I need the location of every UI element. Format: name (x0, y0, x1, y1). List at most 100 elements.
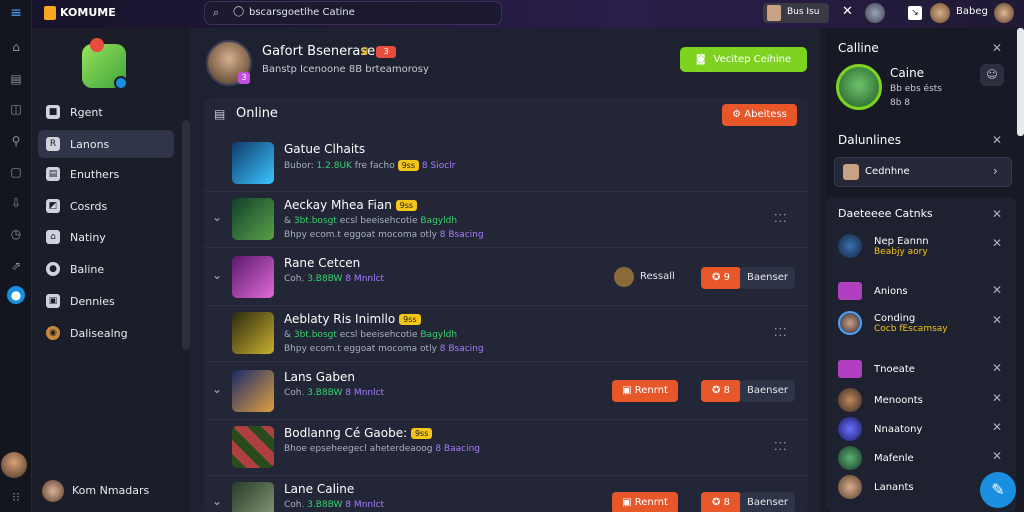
contact-item[interactable]: Nep Eannn Beabjy aory (838, 234, 1008, 258)
contact-item[interactable]: Tnoeate (838, 360, 1008, 378)
sidebar-item-6[interactable]: ▣ Dennies (38, 287, 174, 315)
sidebar-item-2[interactable]: ▤ Enuthers (38, 160, 174, 188)
game-thumbnail (232, 482, 274, 512)
chip-avatar (767, 5, 781, 21)
sidebar-scrollbar[interactable] (182, 120, 190, 350)
share-icon[interactable]: ⇗ (7, 257, 25, 275)
emoji-button[interactable]: ☺ (980, 64, 1004, 86)
contact-item[interactable]: Anions (838, 282, 1008, 300)
user-chip[interactable]: Bus Isu (763, 3, 829, 23)
close-icon[interactable]: ✕ (992, 236, 1002, 250)
more-options-icon[interactable]: ⁚⁚⁚ (774, 212, 788, 225)
search-text: bscarsgoetlhe Catine (249, 7, 355, 18)
notification-icon[interactable]: ● (7, 286, 25, 304)
close-icon[interactable]: ✕ (992, 420, 1002, 434)
close-icon[interactable]: ✕ (992, 449, 1002, 463)
game-row[interactable]: Gatue Clhaits Bubor: 1.2.8UK fre facho 9… (204, 136, 808, 192)
close-icon[interactable]: ✕ (992, 283, 1002, 297)
chevron-down-icon[interactable]: ⌄ (212, 494, 222, 508)
secondary-button[interactable]: Baenser (740, 380, 795, 402)
icon-rail: ≡ ⌂ ▤ ◫ ⚲ ▢ ⇩ ◷ ⇗ ● ⁝⁝ (0, 0, 32, 512)
contact-name: Mafenle (874, 452, 914, 464)
panel-action-button[interactable]: ⚙ Abeitess (722, 104, 797, 126)
friend-avatar[interactable] (865, 3, 885, 23)
sidebar-item-7[interactable]: ◉ Dalisealng (38, 319, 174, 347)
contact-name: Anions (874, 285, 908, 297)
user-avatar[interactable] (1, 452, 27, 478)
secondary-button[interactable]: Baenser (740, 267, 795, 289)
hamburger-menu-icon[interactable]: ≡ (7, 4, 25, 22)
profile-name: Gafort Bsenerase (262, 44, 376, 59)
search-input[interactable]: ⌕ ◯ bscarsgoetlhe Catine (204, 1, 502, 25)
footer-user-name[interactable]: Kom Nmadars (72, 484, 149, 497)
pin-icon[interactable]: ⚲ (7, 132, 25, 150)
user-name[interactable]: Babeg (956, 6, 988, 17)
rating-button[interactable]: ✪ 9 (701, 267, 741, 289)
game-row[interactable]: Bodlanng Cé Gaobe: 9ss Bhoe epseheegecl … (204, 420, 808, 476)
cta-label: Vecitep Ceihine (713, 54, 792, 65)
download-box-icon[interactable]: ↘ (908, 6, 922, 20)
rating-button[interactable]: ✪ 8 (701, 492, 741, 512)
home-icon[interactable]: ⌂ (7, 38, 25, 56)
friend-name: Caine (890, 66, 925, 80)
contact-item[interactable]: Mafenle (838, 446, 1008, 470)
contact-item[interactable]: Menoonts (838, 388, 1008, 412)
game-stats-2: Bhpy ecom.t eggoat mocoma otly 8 Bsacing (284, 344, 484, 354)
nav-label: Lanons (70, 137, 110, 151)
chevron-down-icon[interactable]: ⌄ (212, 268, 222, 282)
window-icon[interactable]: ▢ (7, 163, 25, 181)
game-stats: & 3bt.bosgt ecsl beeisehcotie Bagyldh (284, 216, 458, 226)
game-thumbnail (232, 312, 274, 354)
library-icon[interactable]: ▤ (7, 70, 25, 88)
status-select[interactable]: Cednhne › (834, 157, 1012, 187)
close-icon[interactable]: ✕ (992, 133, 1002, 147)
game-title: Bodlanng Cé Gaobe: 9ss (284, 426, 433, 440)
game-row[interactable]: ⌄ Rane Cetcen Coh. 3.B8BW 8 Mnnlct Ressa… (204, 250, 808, 306)
footer-avatar[interactable] (42, 480, 64, 502)
friend-avatar-large[interactable] (836, 64, 882, 110)
sidebar-item-5[interactable]: ● Baline (38, 255, 174, 283)
sidebar-item-4[interactable]: ⌂ Natiny (38, 223, 174, 251)
game-row[interactable]: Aeblaty Ris Inimllo 9ss & 3bt.bosgt ecsl… (204, 306, 808, 362)
rating-button[interactable]: ✪ 8 (701, 380, 741, 402)
sidebar-item-1[interactable]: R Lanons (38, 130, 174, 158)
account-avatar[interactable] (994, 3, 1014, 23)
download-icon[interactable]: ⇩ (7, 194, 25, 212)
store-icon[interactable]: ◫ (7, 100, 25, 118)
right-scrollbar[interactable] (1017, 28, 1024, 136)
top-bar: KOMUME ⌕ ◯ bscarsgoetlhe Catine Bus Isu … (32, 0, 1024, 28)
close-icon[interactable]: ✕ (992, 41, 1002, 55)
rent-button[interactable]: ▣ Renrnt (612, 380, 678, 402)
select-avatar (843, 164, 859, 180)
chevron-down-icon[interactable]: ⌄ (212, 210, 222, 224)
game-title: Lans Gaben (284, 370, 355, 384)
sidebar: ■ Rgent R Lanons ▤ Enuthers ◩ Cosrds ⌂ Natiny… (32, 28, 190, 512)
primary-cta-button[interactable]: ◙ Vecitep Ceihine (680, 47, 807, 72)
game-stats-2: Bhpy ecom.t eggoat mocoma otly 8 Bsacing (284, 230, 484, 240)
more-options-icon[interactable]: ⁚⁚⁚ (774, 326, 788, 339)
contact-item[interactable]: Nnaatony (838, 417, 1008, 441)
rent-button[interactable]: ▣ Renrnt (612, 492, 678, 512)
secondary-button[interactable]: Baenser (740, 492, 795, 512)
nav-icon: ⌂ (46, 230, 60, 244)
close-icon[interactable]: ✕ (992, 207, 1002, 221)
sidebar-item-3[interactable]: ◩ Cosrds (38, 192, 174, 220)
profile-avatar[interactable] (930, 3, 950, 23)
friend-sub-2: 8b 8 (890, 98, 911, 108)
contact-avatar (838, 360, 862, 378)
game-row[interactable]: ⌄ Aeckay Mhea Fian 9ss & 3bt.bosgt ecsl … (204, 192, 808, 248)
close-icon[interactable]: ✕ (992, 361, 1002, 375)
game-row[interactable]: ⌄ Lane Caline Coh. 3.B8BW 8 Mnnlct ▣ Ren… (204, 476, 808, 512)
compose-icon[interactable]: ✎ (980, 472, 1016, 508)
game-title: Lane Caline (284, 482, 355, 496)
sidebar-item-0[interactable]: ■ Rgent (38, 98, 174, 126)
clock-icon[interactable]: ◷ (7, 225, 25, 243)
more-icon[interactable]: ⁝⁝ (7, 488, 25, 506)
close-icon[interactable]: ✕ (992, 391, 1002, 405)
game-row[interactable]: ⌄ Lans Gaben Coh. 3.B8BW 8 Mnnlct ▣ Renr… (204, 364, 808, 420)
chevron-down-icon[interactable]: ⌄ (212, 382, 222, 396)
more-options-icon[interactable]: ⁚⁚⁚ (774, 440, 788, 453)
close-icon[interactable]: ✕ (842, 4, 853, 19)
close-icon[interactable]: ✕ (992, 313, 1002, 327)
contact-item[interactable]: Conding Cocb fEscamsay (838, 311, 1008, 335)
